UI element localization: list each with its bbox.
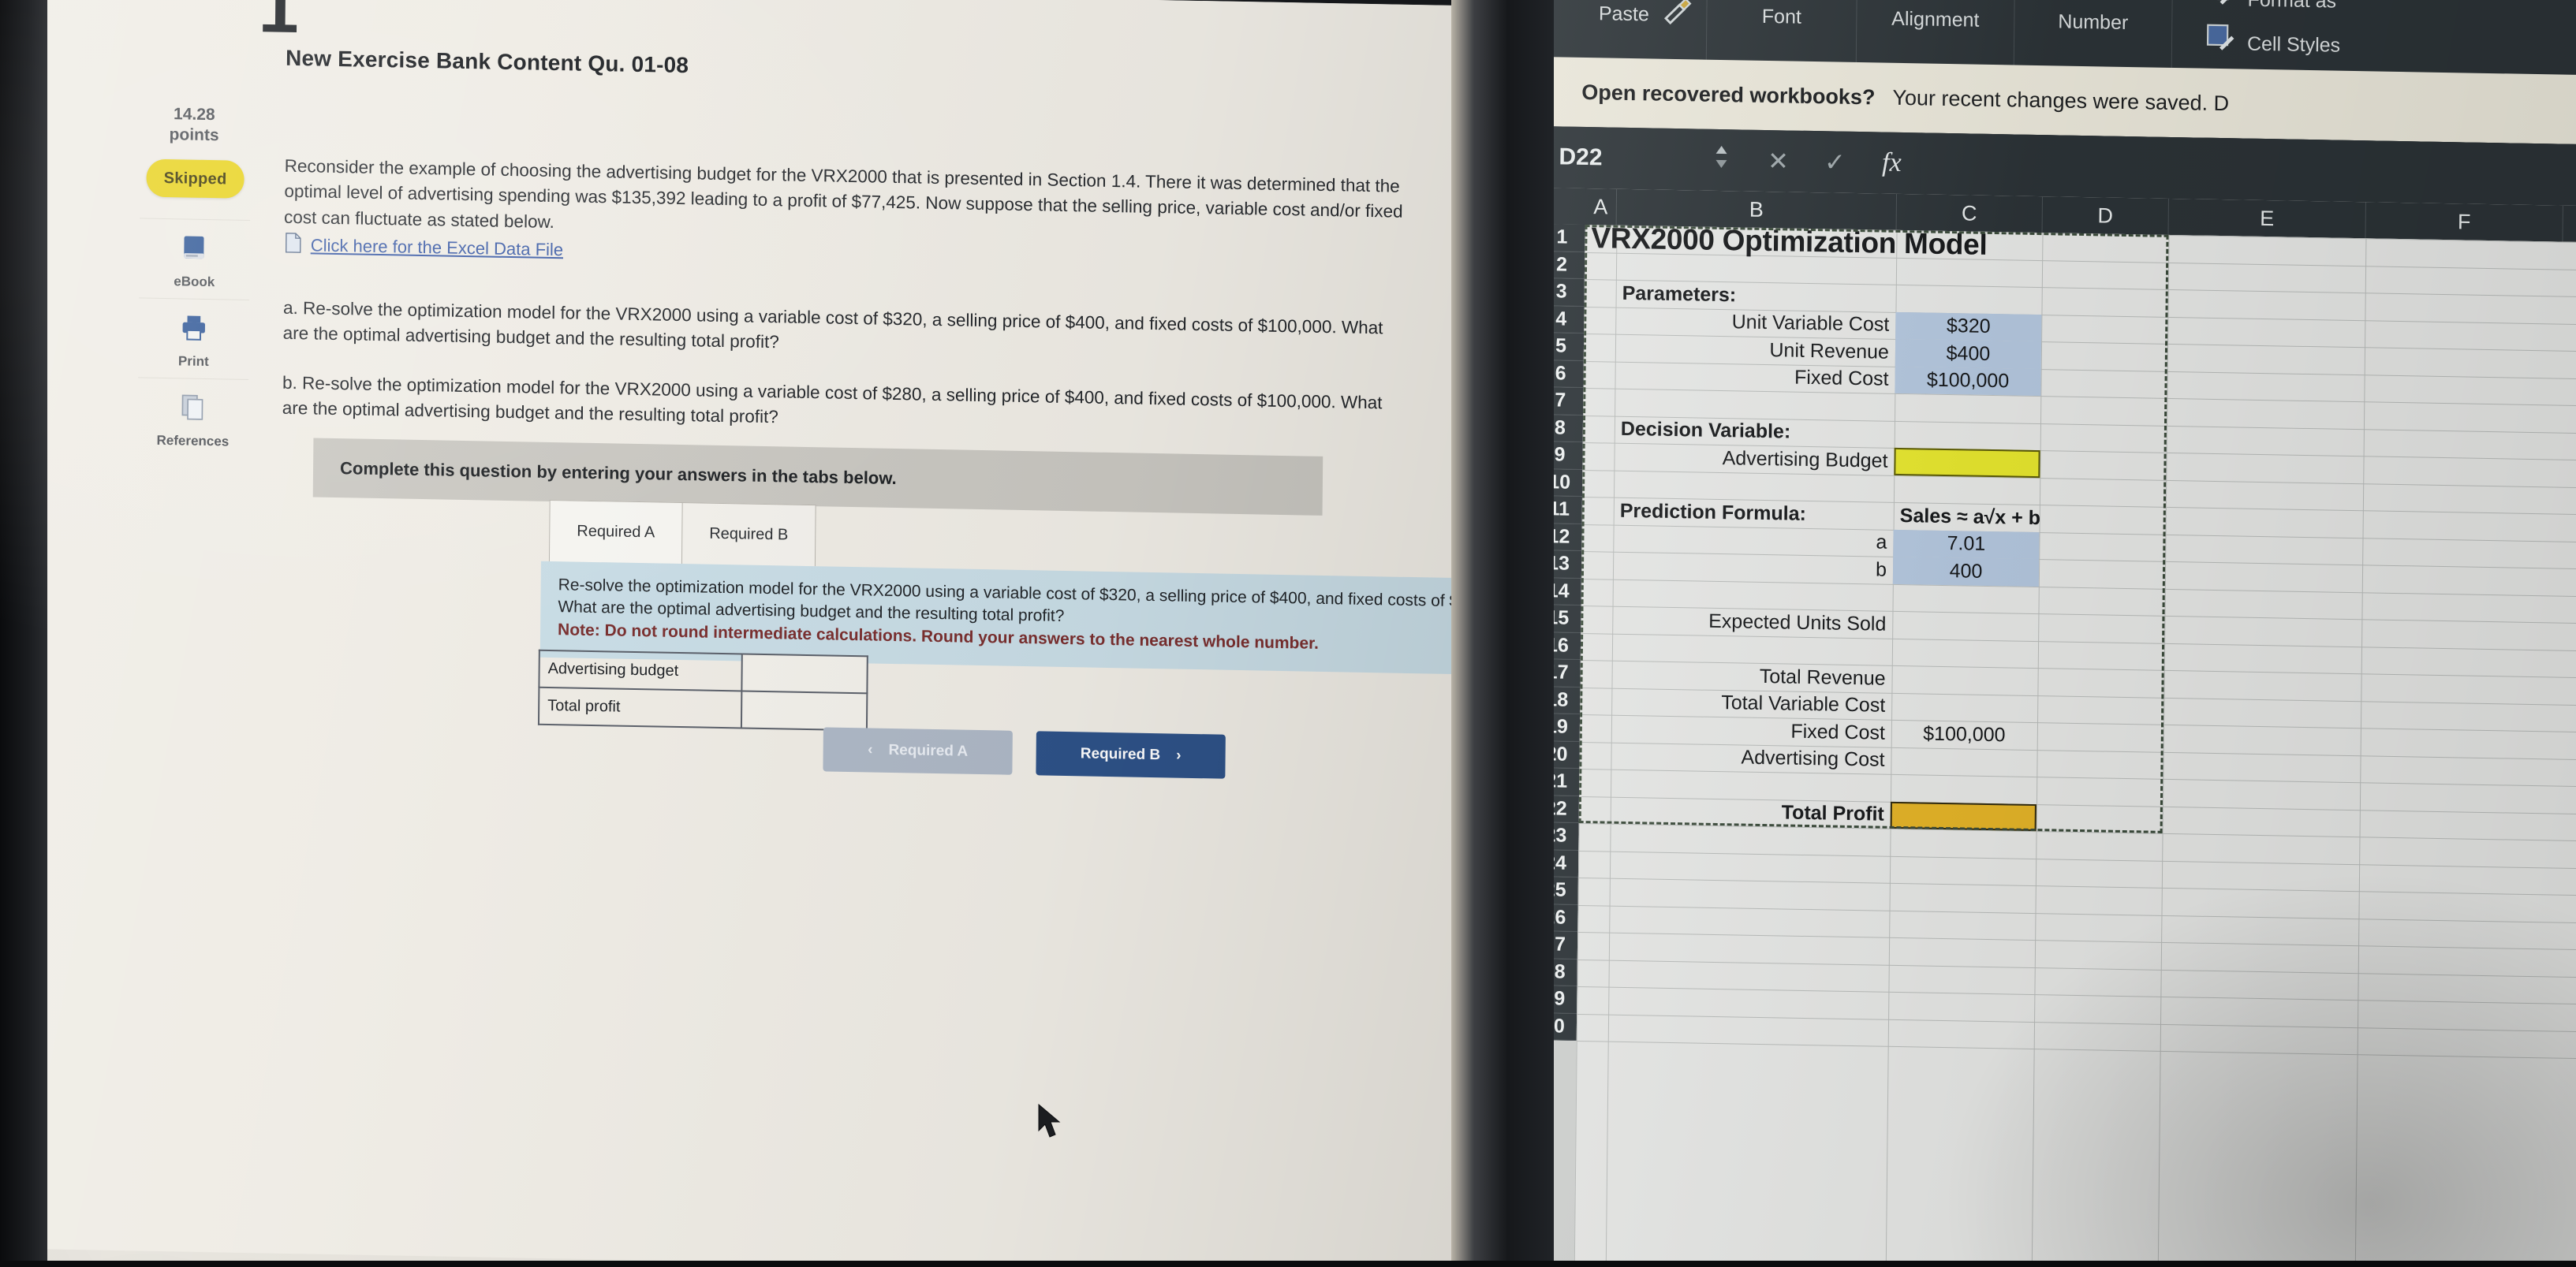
cell-styles-label: Cell Styles — [2246, 32, 2341, 57]
answer-cell-advertising-budget[interactable] — [741, 654, 868, 694]
ribbon-font-label: Font — [1761, 5, 1802, 28]
recovery-prompt: Open recovered workbooks? — [1581, 80, 1876, 109]
file-icon — [284, 233, 303, 258]
name-box-spinner-icon[interactable] — [1693, 139, 1750, 181]
photo-scene: 1 14.28 points Skipped eBook Print Refer… — [0, 0, 2576, 1267]
excel-data-file-link[interactable]: Click here for the Excel Data File — [284, 233, 564, 263]
worksheet-cells[interactable]: VRX2000 Optimization Model Parameters: Uni… — [1574, 222, 2576, 1267]
gridline-vertical — [2354, 238, 2367, 1267]
format-as-table-icon[interactable] — [2204, 0, 2235, 11]
chevron-left-icon: ‹ — [868, 741, 873, 758]
column-header-d[interactable]: D — [2042, 196, 2169, 235]
gridline-horizontal — [1577, 877, 2576, 897]
rail-item-label: eBook — [174, 273, 215, 289]
gridline-horizontal — [1578, 850, 2576, 870]
ribbon-group-number[interactable]: Number — [2014, 0, 2173, 68]
tab-navigation: ‹ Required A Required B › — [823, 727, 1226, 779]
name-box[interactable]: D22 — [1559, 143, 1693, 173]
prev-required-a-button[interactable]: ‹ Required A — [823, 727, 1013, 775]
gridline-horizontal — [1576, 1040, 2576, 1060]
points-label: points — [169, 125, 219, 145]
gridline-horizontal — [1577, 986, 2576, 1006]
cell-styles-icon[interactable] — [2204, 21, 2235, 58]
spreadsheet-grid: ABCDEF 1 2 3 4 5 6 7 8 9 10 11 12 13 14 15 16 17 18 19 20 21… — [1528, 187, 2576, 1267]
tab-required-b[interactable]: Required B — [681, 502, 816, 567]
monitor-bezel-bottom — [0, 1261, 2576, 1267]
prev-button-label: Required A — [888, 741, 969, 760]
table-row: Advertising budget — [539, 650, 868, 694]
format-painter-icon[interactable] — [1659, 0, 1697, 32]
answer-cell-total-profit[interactable] — [741, 691, 868, 731]
answer-table: Advertising budget Total profit — [538, 650, 868, 732]
answer-label-advertising-budget: Advertising budget — [539, 650, 742, 691]
gridline-horizontal — [1577, 904, 2576, 924]
rail-item-print[interactable]: Print — [138, 301, 249, 379]
gridline-horizontal — [1577, 931, 2576, 952]
ribbon-number-label: Number — [2058, 9, 2129, 34]
column-header-f[interactable]: F — [2365, 202, 2563, 242]
complete-question-instruction: Complete this question by entering your … — [312, 438, 1323, 516]
confirm-formula-icon[interactable]: ✓ — [1806, 147, 1863, 177]
excel-application-screen: Paste Font Alignment Number % Format as — [1528, 0, 2576, 1267]
question-number: 1 — [258, 0, 298, 49]
next-required-b-button[interactable]: Required B › — [1036, 731, 1226, 779]
rail-item-label: Print — [177, 352, 209, 369]
answer-label-total-profit: Total profit — [538, 687, 742, 729]
tab-required-a[interactable]: Required A — [548, 499, 682, 565]
question-part-a: a. Re-solve the optimization model for t… — [282, 297, 1383, 352]
question-part-b: b. Re-solve the optimization model for t… — [282, 372, 1383, 427]
total-profit-input[interactable] — [749, 691, 867, 730]
copy-pages-icon — [177, 391, 209, 427]
gridline-horizontal — [1577, 1013, 2576, 1033]
required-tabs: Required A Required B — [548, 499, 816, 567]
cancel-formula-icon[interactable]: ✕ — [1749, 146, 1806, 177]
printer-icon — [178, 311, 210, 348]
question-content: New Exercise Bank Content Qu. 01-08 Reco… — [282, 0, 1481, 779]
advertising-budget-input[interactable] — [750, 654, 867, 693]
monitor-bezel-divider — [1451, 0, 1554, 1267]
question-side-rail: 1 14.28 points Skipped eBook Print Refer… — [123, 0, 297, 930]
rail-divider — [140, 218, 251, 221]
points-value: 14.28 — [173, 105, 215, 125]
ribbon-alignment-label: Alignment — [1891, 7, 1980, 32]
copy-marquee — [1578, 224, 2169, 833]
column-header-a[interactable]: A — [1585, 188, 1618, 225]
gridline-horizontal — [1577, 959, 2576, 978]
recovery-detail: Your recent changes were saved. D — [1892, 85, 2230, 115]
next-button-label: Required B — [1080, 745, 1161, 764]
ribbon-group-alignment[interactable]: Alignment — [1856, 0, 2015, 65]
status-badge: Skipped — [146, 158, 245, 199]
rail-item-ebook[interactable]: eBook — [139, 222, 250, 300]
points-display: 14.28 points — [131, 103, 257, 147]
book-icon — [179, 232, 211, 268]
ribbon-group-font[interactable]: Font — [1706, 0, 1857, 62]
ribbon-paste-label: Paste — [1598, 2, 1650, 25]
question-card: 1 14.28 points Skipped eBook Print Refer… — [33, 0, 1481, 1267]
table-row: Total profit — [538, 687, 868, 731]
quiz-application-screen: 1 14.28 points Skipped eBook Print Refer… — [25, 0, 1481, 1267]
chevron-right-icon: › — [1176, 747, 1182, 764]
column-header-e[interactable]: E — [2168, 198, 2366, 239]
insert-function-icon[interactable]: fx — [1863, 147, 1920, 178]
format-as-table-label: Format as — [2247, 0, 2337, 13]
rail-item-references[interactable]: References — [137, 381, 248, 459]
page-title: New Exercise Bank Content Qu. 01-08 — [285, 45, 689, 78]
excel-data-file-link-label: Click here for the Excel Data File — [310, 235, 564, 260]
monitor-bezel-left — [0, 0, 47, 1267]
rail-item-label: References — [156, 432, 230, 449]
